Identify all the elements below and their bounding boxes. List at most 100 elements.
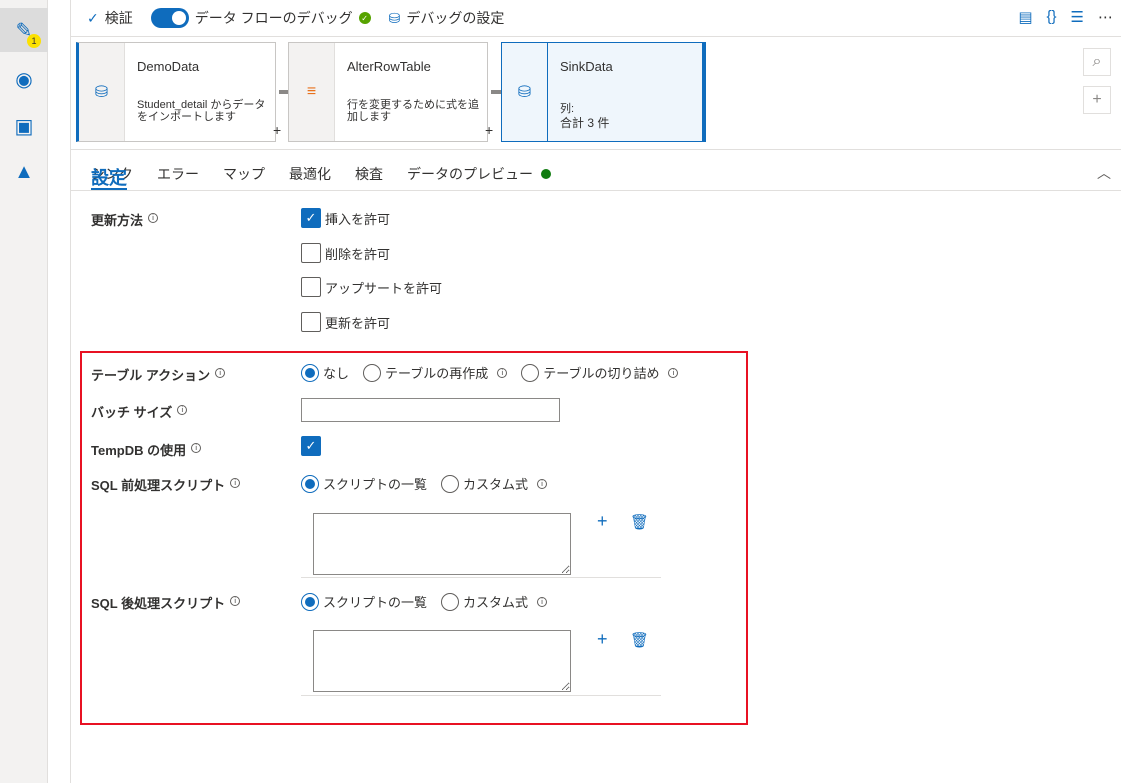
properties-icon[interactable]: ☰ [1071, 8, 1084, 26]
node-alterrow[interactable]: ≡ AlterRowTable 行を変更するために式を追加します [288, 42, 488, 142]
info-icon[interactable]: i [497, 367, 508, 378]
pre-sql-textarea[interactable] [313, 513, 571, 575]
info-icon[interactable]: i [191, 442, 202, 453]
radio-custom-expr[interactable]: カスタム式 i [441, 474, 548, 493]
info-icon[interactable]: i [148, 212, 159, 223]
radio[interactable] [441, 592, 460, 611]
add-icon[interactable]: + [273, 122, 281, 138]
post-sql-group: スクリプトの一覧 カスタム式 i [301, 592, 548, 611]
toggle-switch[interactable] [150, 8, 189, 28]
tab-optimize[interactable]: 最適化 [289, 155, 331, 190]
radio-custom-expr[interactable]: カスタム式 i [441, 592, 548, 611]
post-sql-label: SQL 後処理スクリプト i [91, 593, 241, 612]
radio-label: カスタム式 [463, 595, 529, 610]
delete-icon[interactable]: 🗑 [630, 631, 649, 649]
settings-icon: ⛁ [388, 9, 401, 26]
info-icon[interactable]: i [537, 596, 548, 607]
allow-insert-checkbox[interactable]: ✓ 挿入を許可 [301, 208, 390, 228]
checkbox[interactable] [301, 243, 321, 263]
radio[interactable] [363, 363, 382, 382]
tab-label: データのプレビュー [407, 166, 533, 182]
sink-icon: ⛁ [502, 43, 548, 141]
tab-data-preview[interactable]: データのプレビュー [407, 155, 551, 190]
alter-row-icon: ≡ [289, 43, 335, 141]
allow-update-checkbox[interactable]: 更新を許可 [301, 312, 390, 332]
tab-inspect[interactable]: 検査 [355, 155, 383, 190]
radio[interactable] [301, 363, 319, 382]
sidebar: ✎ 1 ◉ ▣ ▲ [0, 0, 48, 783]
radio[interactable] [441, 474, 460, 493]
radio-none[interactable]: なし [301, 363, 349, 382]
node-title: AlterRowTable [347, 59, 431, 74]
checkbox-label: 更新を許可 [325, 315, 391, 331]
info-icon[interactable]: i [215, 367, 226, 378]
checkbox[interactable]: ✓ [301, 436, 321, 456]
debug-label: データ フローのデバッグ [194, 10, 353, 26]
toolbox-icon: ▣ [14, 115, 34, 138]
badge: 1 [27, 34, 41, 48]
allow-upsert-checkbox[interactable]: アップサートを許可 [301, 277, 442, 297]
tempdb-label: TempDB の使用 i [91, 440, 202, 459]
search-icon[interactable]: ⌕ [1083, 48, 1111, 76]
zoom-in-icon[interactable]: + [1083, 86, 1111, 114]
checkbox-label: 削除を許可 [325, 246, 391, 262]
node-desc: 行を変更するために式を追加します [347, 99, 479, 123]
add-icon[interactable]: + [485, 122, 493, 138]
radio[interactable] [301, 474, 319, 493]
success-icon: ✓ [358, 12, 371, 24]
batch-size-input[interactable] [301, 398, 560, 422]
batch-size-label: バッチ サイズ i [91, 402, 188, 421]
info-icon[interactable]: i [668, 367, 679, 378]
checkbox[interactable]: ✓ [301, 208, 321, 228]
pre-sql-label: SQL 前処理スクリプト i [91, 475, 241, 494]
add-icon[interactable]: + [597, 511, 608, 532]
collapse-icon[interactable]: ︿ [1097, 163, 1111, 183]
manage-nav[interactable]: ▣ [0, 104, 48, 148]
radio-script-list[interactable]: スクリプトの一覧 [301, 592, 427, 611]
source-icon: ⛁ [79, 43, 125, 141]
post-sql-textarea[interactable] [313, 630, 571, 692]
add-icon[interactable]: + [597, 629, 608, 650]
debug-toggle[interactable]: データ フローのデバッグ ✓ [150, 8, 371, 28]
radio[interactable] [301, 592, 319, 611]
tab-errors[interactable]: エラー [157, 155, 199, 190]
info-icon[interactable]: i [177, 404, 188, 415]
radio-label: スクリプトの一覧 [323, 477, 428, 492]
monitor-nav[interactable]: ◉ [0, 57, 48, 101]
check-icon: ✓ [87, 9, 99, 26]
radio-script-list[interactable]: スクリプトの一覧 [301, 474, 427, 493]
node-demodata[interactable]: ⛁ DemoData Student_detail からデータをインポートします [76, 42, 276, 142]
radio-label: テーブルの切り詰め [543, 366, 660, 381]
info-icon[interactable]: i [537, 478, 548, 489]
validate-button[interactable]: ✓ 検証 [87, 8, 133, 28]
code-icon[interactable]: {} [1047, 8, 1057, 26]
radio-truncate[interactable]: テーブルの切り詰め i [521, 363, 679, 382]
validate-label: 検証 [104, 10, 133, 26]
node-title: DemoData [137, 59, 200, 74]
checkbox[interactable] [301, 277, 321, 297]
checkbox-label: アップサートを許可 [325, 280, 443, 296]
allow-delete-checkbox[interactable]: 削除を許可 [301, 243, 390, 263]
checkbox[interactable] [301, 312, 321, 332]
tab-settings[interactable]: 設定 [91, 155, 127, 190]
info-icon[interactable]: i [230, 477, 241, 488]
learn-icon: ▲ [14, 160, 34, 183]
debug-settings-button[interactable]: ⛁ デバッグの設定 [389, 8, 505, 28]
more-icon[interactable]: ⋯ [1098, 8, 1113, 26]
tempdb-checkbox[interactable]: ✓ [301, 436, 321, 456]
script-icon[interactable]: ▤ [1018, 8, 1032, 26]
delete-icon[interactable]: 🗑 [630, 513, 649, 531]
tab-mapping[interactable]: マップ [223, 155, 265, 190]
node-desc: 合計 3 件 [560, 116, 610, 130]
divider [301, 695, 661, 696]
divider [301, 577, 661, 578]
author-nav[interactable]: ✎ 1 [0, 8, 48, 52]
learn-nav[interactable]: ▲ [0, 150, 48, 194]
radio[interactable] [521, 363, 540, 382]
node-sinkdata[interactable]: ⛁ SinkData 列: 合計 3 件 [501, 42, 706, 142]
radio-label: スクリプトの一覧 [323, 595, 428, 610]
info-icon[interactable]: i [230, 595, 241, 606]
radio-recreate[interactable]: テーブルの再作成 i [363, 363, 508, 382]
node-desc-label: 列: [560, 103, 575, 115]
radio-label: テーブルの再作成 [385, 366, 489, 381]
